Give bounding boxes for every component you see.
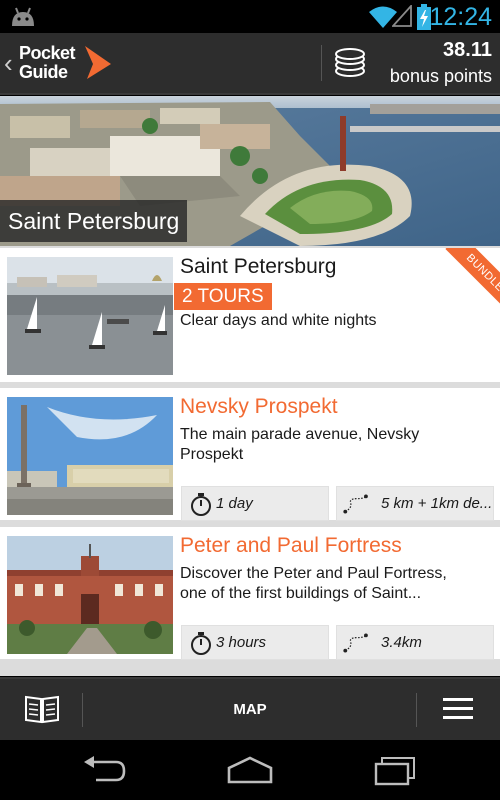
bundle-ribbon: BUNDLE	[436, 248, 500, 312]
city-hero-image[interactable]: Saint Petersburg	[0, 96, 500, 246]
tour-distance-value: 5 km + 1km de...	[381, 495, 493, 512]
tour-card-peter-and-paul-fortress[interactable]: Peter and Paul Fortress Discover the Pet…	[0, 527, 500, 660]
tour-description: Discover the Peter and Paul Fortress, on…	[180, 565, 447, 602]
tour-card-nevsky-prospekt[interactable]: Nevsky Prospekt The main parade avenue, …	[0, 388, 500, 521]
hero-city-caption: Saint Petersburg	[0, 200, 188, 242]
status-bar: 12:24	[0, 0, 500, 33]
logo-arrow-icon	[85, 46, 111, 79]
tour-card-saint-petersburg[interactable]: Saint Petersburg 2 TOURS Clear days and …	[0, 248, 500, 382]
tour-title: Nevsky Prospekt	[180, 395, 338, 418]
menu-icon[interactable]	[443, 697, 473, 721]
map-button[interactable]: MAP	[200, 695, 300, 725]
back-chevron-icon[interactable]: ‹	[4, 49, 13, 77]
tour-duration-value: 1 day	[216, 495, 253, 512]
bottom-divider	[416, 693, 417, 727]
bonus-points-value: 38.11	[443, 39, 492, 61]
tour-description: Clear days and white nights	[180, 312, 377, 329]
tour-duration: 1 day	[181, 486, 329, 521]
tour-distance: 5 km + 1km de...	[336, 486, 494, 521]
book-icon[interactable]	[24, 694, 60, 724]
tour-distance-value: 3.4km	[381, 634, 422, 651]
tours-count-badge: 2 TOURS	[174, 283, 272, 310]
tour-thumbnail	[7, 257, 173, 375]
logo-text: Pocket Guide	[19, 43, 76, 82]
route-icon	[343, 633, 368, 653]
tour-duration-value: 3 hours	[216, 634, 267, 651]
bottom-divider	[82, 693, 83, 727]
stopwatch-icon	[191, 632, 211, 655]
tour-distance: 3.4km	[336, 625, 494, 660]
tour-title: Saint Petersburg	[180, 255, 337, 278]
pocket-guide-logo[interactable]: Pocket Guide	[19, 43, 111, 87]
status-clock: 12:24	[429, 3, 492, 31]
nav-back-icon[interactable]	[80, 754, 128, 786]
stopwatch-icon	[191, 493, 211, 516]
tour-duration: 3 hours	[181, 625, 329, 660]
app-header: ‹ Pocket Guide 38.11 bonus points	[0, 33, 500, 95]
android-icon	[12, 7, 34, 26]
signal-icon	[392, 5, 412, 27]
tour-thumbnail	[7, 536, 173, 654]
tour-description: The main parade avenue, Nevsky Prospekt	[180, 426, 420, 463]
nav-recent-apps-icon[interactable]	[372, 754, 418, 786]
bonus-points-label: bonus points	[389, 66, 492, 86]
header-divider	[321, 45, 322, 81]
tour-list[interactable]: Saint Petersburg 2 TOURS Clear days and …	[0, 246, 500, 676]
tour-thumbnail	[7, 397, 173, 515]
coins-icon[interactable]	[333, 46, 367, 80]
system-navigation-bar	[0, 740, 500, 800]
nav-home-icon[interactable]	[225, 754, 275, 786]
route-icon	[343, 494, 368, 514]
tour-title: Peter and Paul Fortress	[180, 534, 402, 557]
bottom-action-bar: MAP	[0, 677, 500, 740]
